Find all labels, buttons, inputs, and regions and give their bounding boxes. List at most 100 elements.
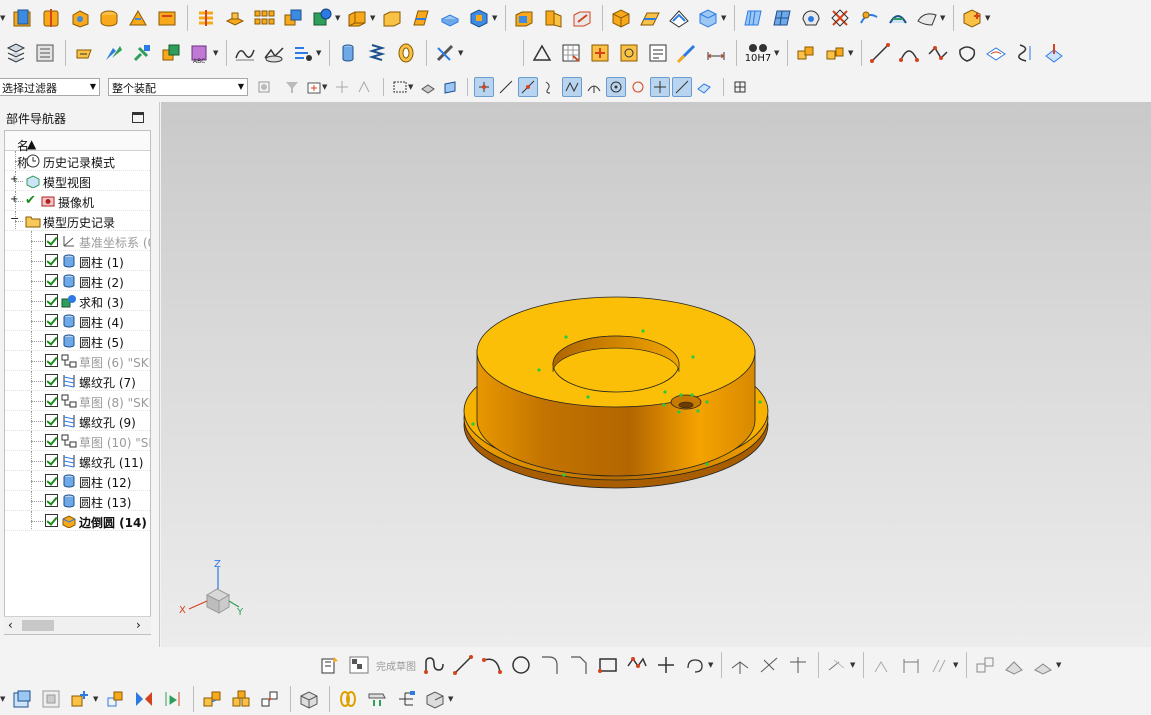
visibility-checkbox[interactable] — [45, 294, 58, 307]
tree-row[interactable]: 基准坐标系 (0 — [5, 231, 150, 251]
wave-icon[interactable] — [258, 687, 282, 711]
tree-row[interactable]: + ✔ 摄像机 — [5, 191, 150, 211]
text-icon[interactable] — [646, 41, 670, 65]
intersect-curve-icon[interactable] — [1002, 653, 1026, 677]
hole-icon[interactable] — [194, 6, 218, 30]
tree-row[interactable]: 草图 (8) "SKE — [5, 391, 150, 411]
sew-icon[interactable] — [638, 6, 662, 30]
cylinder-tool-icon[interactable] — [336, 41, 360, 65]
cylinder-icon[interactable] — [97, 6, 121, 30]
line-icon[interactable] — [868, 41, 892, 65]
finish-sketch-label[interactable]: 完成草图 — [376, 658, 416, 673]
constraint-icon[interactable] — [229, 687, 253, 711]
project-curve-icon[interactable] — [1042, 41, 1066, 65]
tree-row[interactable]: 螺纹孔 (9) — [5, 411, 150, 431]
visibility-checkbox[interactable] — [45, 314, 58, 327]
offset-icon[interactable] — [683, 653, 707, 677]
chamfer-icon[interactable] — [567, 653, 591, 677]
move-icon[interactable] — [103, 687, 127, 711]
edge-blend-icon[interactable] — [438, 6, 462, 30]
control-point-icon[interactable] — [474, 77, 494, 97]
extension-icon[interactable] — [886, 6, 910, 30]
collapse-icon[interactable]: − — [10, 213, 19, 224]
boss-icon[interactable] — [223, 6, 247, 30]
tree-row[interactable]: 圆柱 (13) — [5, 491, 150, 511]
sphere-icon[interactable] — [155, 6, 179, 30]
maximize-icon[interactable] — [132, 112, 144, 123]
visibility-checkbox[interactable] — [45, 434, 58, 447]
tree-column-header[interactable]: 名称 ▲ — [5, 131, 150, 170]
triangle-icon[interactable] — [530, 41, 554, 65]
view-triad[interactable]: Z X Y — [171, 557, 251, 627]
chevron-down-icon[interactable]: ▼ — [708, 661, 715, 669]
datum-icon[interactable] — [617, 41, 641, 65]
tree-row[interactable]: 圆柱 (12) — [5, 471, 150, 491]
fillet-icon[interactable] — [538, 653, 562, 677]
tree-row[interactable]: 边倒圆 (14) — [5, 511, 150, 531]
chevron-down-icon[interactable]: ▼ — [213, 49, 220, 57]
layer-settings-icon[interactable] — [33, 41, 57, 65]
visibility-checkbox[interactable] — [45, 474, 58, 487]
subtract-icon[interactable] — [310, 6, 334, 30]
rectangle-icon[interactable] — [596, 653, 620, 677]
sketch-icon[interactable] — [318, 653, 342, 677]
tree-row[interactable]: 草图 (6) "SKE — [5, 351, 150, 371]
reference-icon[interactable] — [365, 687, 389, 711]
snap-point-icon[interactable] — [354, 77, 374, 97]
point-on-face-icon[interactable] — [650, 77, 670, 97]
split-body-icon[interactable] — [409, 6, 433, 30]
chevron-down-icon[interactable]: ▼ — [0, 14, 7, 22]
intersection-icon[interactable] — [496, 77, 516, 97]
point-icon[interactable] — [588, 41, 612, 65]
tree-row[interactable]: − 模型历史记录 — [5, 211, 150, 231]
tree-row[interactable]: 圆柱 (1) — [5, 251, 150, 271]
bounded-plane-icon[interactable] — [828, 6, 852, 30]
project-icon[interactable] — [973, 653, 997, 677]
wave-icon[interactable] — [794, 41, 818, 65]
chevron-down-icon[interactable]: ▼ — [316, 49, 323, 57]
chevron-down-icon[interactable]: ▼ — [458, 49, 465, 57]
cone-icon[interactable] — [126, 6, 150, 30]
existing-point-icon[interactable] — [562, 77, 582, 97]
sequence-icon[interactable] — [297, 687, 321, 711]
chevron-down-icon[interactable]: ▼ — [322, 83, 329, 91]
draft-icon[interactable] — [541, 6, 565, 30]
mesh-icon[interactable] — [770, 6, 794, 30]
spline-icon[interactable] — [984, 41, 1008, 65]
grid-icon[interactable] — [559, 41, 583, 65]
arc-icon[interactable] — [480, 653, 504, 677]
trim-body-icon[interactable] — [380, 6, 404, 30]
swept-icon[interactable] — [741, 6, 765, 30]
endpoint-icon[interactable] — [418, 77, 438, 97]
revolve-icon[interactable] — [39, 6, 63, 30]
tree-row[interactable]: 圆柱 (4) — [5, 311, 150, 331]
scroll-right-icon[interactable]: › — [136, 618, 141, 632]
bom-icon[interactable] — [394, 687, 418, 711]
attach-icon[interactable] — [72, 41, 96, 65]
mirror-icon[interactable] — [823, 41, 847, 65]
chamfer-icon[interactable] — [467, 6, 491, 30]
thicken-icon[interactable] — [609, 6, 633, 30]
expand-icon[interactable]: + — [10, 175, 18, 185]
chevron-down-icon[interactable]: ▼ — [985, 14, 992, 22]
pattern-icon[interactable] — [928, 653, 952, 677]
select-box-icon[interactable] — [332, 77, 352, 97]
link-icon[interactable] — [336, 687, 360, 711]
visibility-checkbox[interactable] — [45, 454, 58, 467]
point-icon[interactable] — [654, 653, 678, 677]
derived-curve-icon[interactable] — [1031, 653, 1055, 677]
view-icon[interactable] — [423, 687, 447, 711]
fillet-curve-icon[interactable] — [926, 41, 950, 65]
visibility-checkbox[interactable] — [45, 234, 58, 247]
constraint-icon[interactable] — [130, 41, 154, 65]
quick-trim-icon[interactable] — [728, 653, 752, 677]
surface-icon[interactable] — [915, 6, 939, 30]
visibility-checkbox[interactable] — [45, 494, 58, 507]
arrangement-icon[interactable] — [161, 687, 185, 711]
curve-icon[interactable] — [262, 41, 286, 65]
assembly-nav-icon[interactable] — [10, 687, 34, 711]
chevron-down-icon[interactable]: ▼ — [774, 49, 781, 57]
parts-list-icon[interactable] — [960, 6, 984, 30]
part-model[interactable] — [161, 102, 1151, 647]
patch-icon[interactable] — [667, 6, 691, 30]
